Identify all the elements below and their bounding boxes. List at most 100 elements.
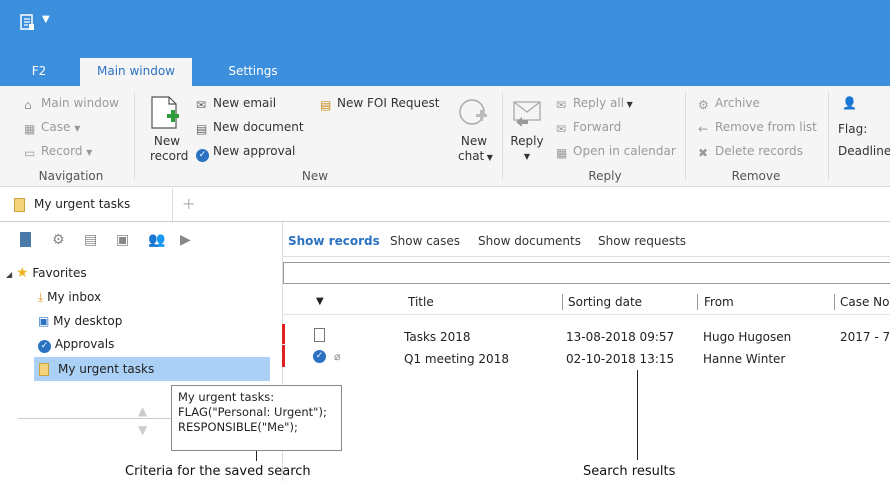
- delete-records-button[interactable]: ✖ Delete records: [698, 144, 803, 160]
- records-icon[interactable]: [20, 232, 31, 247]
- divider: [282, 314, 890, 315]
- fav-item-my-desktop[interactable]: ▣ My desktop: [38, 314, 122, 328]
- column-separator[interactable]: [834, 294, 835, 310]
- attachment-icon: ⌀: [334, 350, 341, 363]
- deadline-label: Deadline: [838, 144, 890, 158]
- approval-check-icon: ✓: [313, 350, 326, 363]
- column-separator[interactable]: [562, 294, 563, 310]
- flag-label: Flag:: [838, 122, 868, 136]
- case-button[interactable]: ▦ Case ▼: [24, 120, 80, 136]
- table-row[interactable]: Tasks 2018 13-08-2018 09:57 Hugo Hugosen…: [282, 322, 890, 344]
- tab-main-window[interactable]: Main window: [80, 58, 192, 86]
- cell-from: Hanne Winter: [703, 352, 786, 366]
- chevron-up-icon[interactable]: ▲: [138, 404, 147, 418]
- star-icon: ★: [15, 265, 29, 281]
- view-tab-show-documents[interactable]: Show documents: [478, 234, 581, 248]
- view-tab-show-records[interactable]: Show records: [288, 234, 380, 248]
- group-label-navigation: Navigation: [38, 169, 104, 183]
- tooltip-line-1: My urgent tasks:: [178, 390, 275, 404]
- new-record-button[interactable]: New record: [150, 134, 189, 164]
- main-window-button[interactable]: ⌂ Main window: [24, 96, 119, 112]
- note-icon: [39, 363, 49, 376]
- open-in-calendar-button[interactable]: ▦ Open in calendar: [556, 144, 676, 160]
- arrow-left-icon: ←: [698, 122, 709, 136]
- archive-icon: ⚙: [698, 98, 709, 112]
- doc-tab-my-urgent-tasks[interactable]: My urgent tasks: [0, 188, 173, 221]
- ribbon-separator: [134, 92, 135, 180]
- saved-search-tooltip: My urgent tasks: FLAG("Personal: Urgent"…: [171, 385, 342, 451]
- case-label: Case: [41, 120, 71, 134]
- fav-label: Approvals: [54, 337, 115, 351]
- reply-button[interactable]: Reply ▼: [510, 134, 544, 164]
- left-toolbar: ⚙ ▤ ▣ 👥 ▶: [20, 232, 240, 250]
- search-input[interactable]: [283, 262, 890, 284]
- new-chat-button[interactable]: New chat ▼: [458, 134, 493, 165]
- column-header-sorting-date[interactable]: Sorting date: [568, 295, 642, 309]
- divider: [282, 256, 890, 257]
- group-label-remove: Remove: [731, 169, 781, 183]
- fav-item-my-urgent-tasks[interactable]: My urgent tasks: [34, 357, 270, 381]
- cell-date: 13-08-2018 09:57: [566, 330, 675, 344]
- callout-line-left: [256, 451, 257, 461]
- remove-from-list-button[interactable]: ← Remove from list: [698, 120, 817, 136]
- foi-request-icon: ▤: [320, 98, 332, 112]
- doc-tab-label: My urgent tasks: [34, 197, 131, 211]
- list-icon[interactable]: ▤: [84, 232, 97, 248]
- new-approval-label: New approval: [213, 144, 296, 158]
- fav-item-approvals[interactable]: ✓ Approvals: [38, 337, 114, 353]
- cell-case: 2017 - 7: [840, 330, 890, 344]
- new-email-label: New email: [213, 96, 277, 110]
- fav-label: My urgent tasks: [58, 362, 155, 376]
- forward-icon: ✉: [556, 122, 567, 136]
- table-row[interactable]: ✓ ⌀ Q1 meeting 2018 02-10-2018 13:15 Han…: [282, 345, 890, 367]
- ribbon-separator: [685, 92, 686, 180]
- chevron-down-icon[interactable]: ▼: [138, 423, 147, 437]
- document-icon: [314, 328, 325, 342]
- column-header-case-no[interactable]: Case No: [840, 295, 890, 309]
- group-label-new: New: [301, 169, 329, 183]
- favorites-header[interactable]: ◢ ★ Favorites: [6, 265, 87, 281]
- ribbon-separator: [502, 92, 503, 180]
- dropdown-arrow-icon[interactable]: ▼: [42, 14, 50, 25]
- new-document-button[interactable]: ▤ New document: [196, 120, 304, 136]
- archive-button[interactable]: ⚙ Archive: [698, 96, 760, 112]
- person-icon: 👤: [842, 96, 857, 110]
- cell-from: Hugo Hugosen: [703, 330, 792, 344]
- new-chat-label-2: chat: [458, 149, 485, 163]
- chevron-down-icon: ▼: [624, 100, 633, 109]
- cell-date: 02-10-2018 13:15: [566, 352, 675, 366]
- sort-arrow-icon[interactable]: ▼: [316, 296, 324, 307]
- new-foi-request-button[interactable]: ▤ New FOI Request: [320, 96, 439, 112]
- column-separator[interactable]: [697, 294, 698, 310]
- column-header-title[interactable]: Title: [408, 295, 434, 309]
- tab-f2[interactable]: F2: [18, 58, 60, 86]
- new-record-icon: [151, 96, 179, 129]
- new-approval-button[interactable]: ✓ New approval: [196, 144, 295, 162]
- view-tab-show-requests[interactable]: Show requests: [598, 234, 686, 248]
- add-tab-button[interactable]: +: [182, 194, 195, 213]
- cases-icon[interactable]: ⚙: [52, 232, 65, 248]
- column-header-from[interactable]: From: [704, 295, 734, 309]
- group-label-reply: Reply: [588, 169, 622, 183]
- tab-settings[interactable]: Settings: [212, 58, 294, 86]
- folder-icon[interactable]: ▶: [180, 232, 191, 248]
- delete-icon: ✖: [698, 146, 709, 160]
- f2-app-icon[interactable]: [20, 14, 36, 32]
- new-email-button[interactable]: ✉ New email: [196, 96, 277, 112]
- main-window-label: Main window: [41, 96, 119, 110]
- archive-label: Archive: [715, 96, 760, 110]
- new-chat-label-1: New: [460, 134, 488, 148]
- users-icon[interactable]: 👥: [148, 232, 165, 248]
- view-tab-show-cases[interactable]: Show cases: [390, 234, 460, 248]
- delete-records-label: Delete records: [715, 144, 803, 158]
- reply-icon: [513, 101, 541, 126]
- record-button[interactable]: ▭ Record ▼: [24, 144, 92, 160]
- tooltip-line-3: RESPONSIBLE("Me");: [178, 420, 298, 434]
- reply-all-button[interactable]: ✉ Reply all ▼: [556, 96, 633, 112]
- document-icon: ▤: [196, 122, 208, 136]
- new-record-label-2: record: [150, 149, 189, 163]
- archive-box-icon[interactable]: ▣: [116, 232, 129, 248]
- fav-item-my-inbox[interactable]: ⤓ My inbox: [38, 290, 101, 305]
- inbox-icon: ⤓: [38, 290, 44, 304]
- forward-button[interactable]: ✉ Forward: [556, 120, 621, 136]
